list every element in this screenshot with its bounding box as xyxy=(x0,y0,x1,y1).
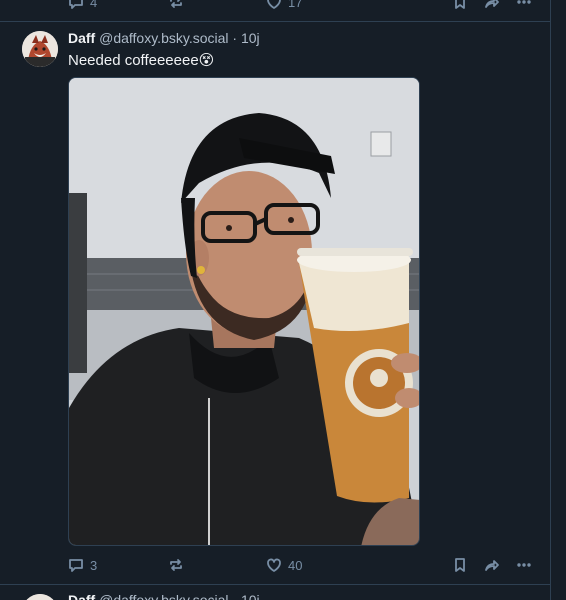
like-count: 40 xyxy=(288,557,303,573)
prev-repost-button[interactable] xyxy=(168,0,184,12)
prev-like-button[interactable]: 17 xyxy=(266,0,302,12)
next-author-handle[interactable]: @daffoxy.bsky.social xyxy=(99,592,228,600)
reply-button[interactable]: 3 xyxy=(68,555,97,575)
repost-button[interactable] xyxy=(168,555,190,575)
like-icon xyxy=(267,558,281,572)
prev-reply-button[interactable]: 4 xyxy=(68,0,97,12)
post-actions: 3 40 xyxy=(68,555,532,575)
reply-icon xyxy=(69,559,83,572)
post-divider xyxy=(0,584,550,585)
prev-reply-count: 4 xyxy=(90,0,98,10)
repost-icon xyxy=(170,559,182,571)
selfie-photo xyxy=(69,78,419,545)
like-button[interactable]: 40 xyxy=(266,555,302,575)
share-icon xyxy=(485,560,499,571)
prev-share-button[interactable] xyxy=(484,0,500,12)
post-text-body: Needed coffeeeeee xyxy=(68,52,199,69)
header-separator: · xyxy=(228,30,241,46)
next-post-time[interactable]: 10j xyxy=(241,592,260,600)
bookmark-button[interactable] xyxy=(452,555,468,575)
post-text: Needed coffeeeeee😵 xyxy=(68,51,214,69)
more-button[interactable] xyxy=(516,555,532,575)
next-post-header: Daff @daffoxy.bsky.social · 10j xyxy=(68,592,260,600)
prev-like-count: 17 xyxy=(288,0,303,10)
reply-icon xyxy=(69,0,83,9)
like-icon xyxy=(267,0,281,9)
next-author-name[interactable]: Daff xyxy=(68,592,95,600)
dizzy-face-emoji: 😵 xyxy=(198,52,215,69)
bookmark-icon xyxy=(455,0,465,9)
post-header: Daff @daffoxy.bsky.social · 10j xyxy=(68,30,260,46)
reply-count: 3 xyxy=(90,557,98,573)
prev-bookmark-button[interactable] xyxy=(452,0,468,12)
author-handle[interactable]: @daffoxy.bsky.social xyxy=(99,30,228,46)
repost-icon xyxy=(170,0,182,8)
avatar[interactable] xyxy=(22,31,58,67)
post-image[interactable] xyxy=(68,77,420,546)
post-time[interactable]: 10j xyxy=(241,30,260,46)
avatar-image xyxy=(22,31,58,67)
prev-post-actions: 4 17 xyxy=(68,0,532,12)
more-icon xyxy=(517,563,531,567)
feed-column: 4 17 Daff @daffoxy.bsky.social · 10j Nee… xyxy=(0,0,551,600)
share-icon xyxy=(485,0,499,8)
more-icon xyxy=(517,0,531,4)
share-button[interactable] xyxy=(484,555,500,575)
avatar-image xyxy=(22,594,58,600)
next-header-separator: · xyxy=(228,592,241,600)
post-divider xyxy=(0,21,550,22)
prev-more-button[interactable] xyxy=(516,0,532,12)
author-name[interactable]: Daff xyxy=(68,30,95,46)
bookmark-icon xyxy=(455,558,465,572)
next-post-avatar[interactable] xyxy=(22,594,58,600)
